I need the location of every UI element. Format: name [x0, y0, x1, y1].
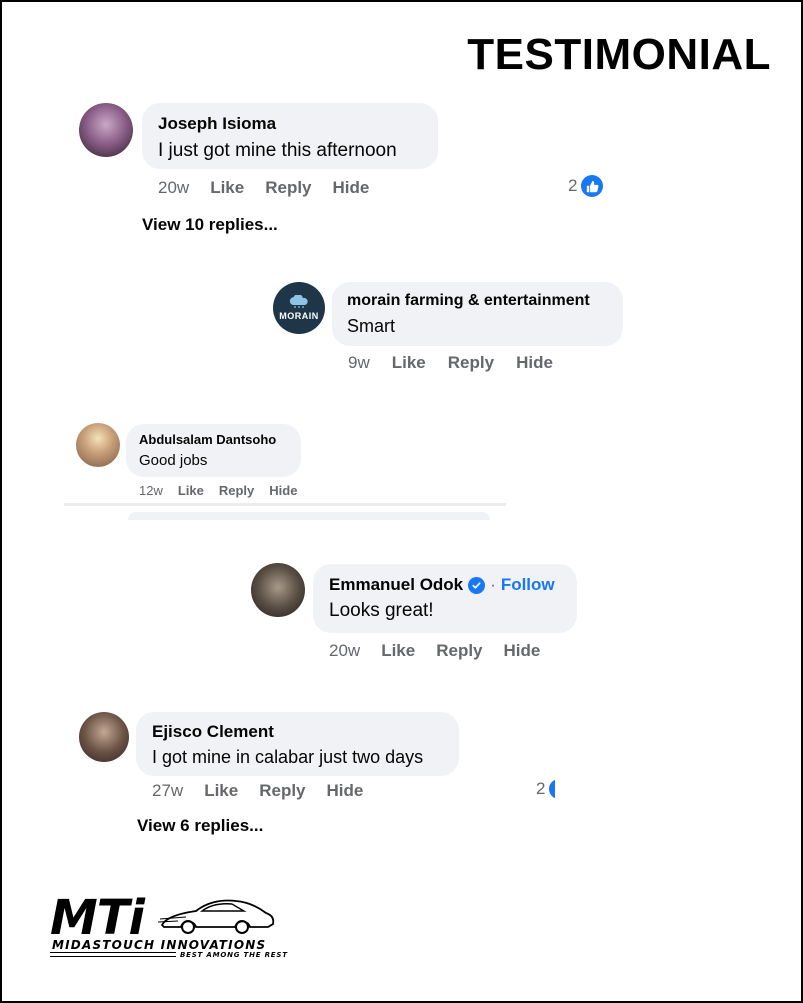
view-replies-link[interactable]: View 6 replies... [137, 816, 263, 836]
reaction-summary[interactable]: 2 [536, 779, 556, 799]
commenter-name[interactable]: Emmanuel Odok [329, 575, 463, 595]
comment-actions: 20w Like Reply Hide [158, 178, 369, 198]
comment-actions: 27w Like Reply Hide [152, 781, 363, 801]
thumbs-up-icon [549, 779, 556, 799]
hide-button[interactable]: Hide [327, 781, 364, 801]
reaction-count: 2 [568, 176, 578, 195]
commenter-name[interactable]: Ejisco Clement [152, 722, 443, 742]
commenter-header: Emmanuel Odok · Follow [329, 575, 561, 595]
cloud-icon [289, 295, 308, 308]
reaction-count: 2 [536, 779, 546, 798]
avatar[interactable] [79, 103, 133, 157]
comment-time[interactable]: 27w [152, 781, 183, 801]
comment-bubble: Abdulsalam Dantsoho Good jobs [126, 424, 301, 477]
comment-bubble: Ejisco Clement I got mine in calabar jus… [136, 712, 459, 776]
cropped-comment-bubble [128, 512, 490, 520]
sports-car-icon [158, 899, 275, 934]
hide-button[interactable]: Hide [333, 178, 370, 198]
comment-time[interactable]: 20w [158, 178, 189, 198]
page-title: TESTIMONIAL [467, 30, 771, 79]
comment-text: I got mine in calabar just two days [152, 747, 424, 767]
divider [64, 503, 506, 506]
hide-button[interactable]: Hide [516, 353, 553, 373]
comment-time[interactable]: 20w [329, 641, 360, 661]
comment-time[interactable]: 9w [348, 353, 370, 373]
comment-actions: 20w Like Reply Hide [329, 641, 540, 661]
reply-button[interactable]: Reply [436, 641, 482, 661]
reply-button[interactable]: Reply [448, 353, 494, 373]
comment-bubble: morain farming & entertainment Smart [332, 282, 623, 346]
comment-actions: 12w Like Reply Hide [139, 483, 297, 498]
reaction-summary[interactable]: 2 [568, 175, 604, 197]
brand-logo: MTi MIDASTOUCH INNOVATIONS BEST AMONG TH… [50, 894, 290, 964]
reply-button[interactable]: Reply [265, 178, 311, 198]
reply-button[interactable]: Reply [259, 781, 305, 801]
follow-button[interactable]: Follow [501, 575, 555, 595]
like-button[interactable]: Like [210, 178, 244, 198]
like-button[interactable]: Like [392, 353, 426, 373]
comment-text: Smart [347, 316, 396, 336]
verified-badge-icon [468, 576, 486, 594]
comment-text: Good jobs [139, 452, 208, 469]
avatar[interactable] [76, 423, 120, 467]
like-button[interactable]: Like [381, 641, 415, 661]
avatar-logo-text: MORAIN [279, 311, 319, 321]
view-replies-link[interactable]: View 10 replies... [142, 215, 278, 235]
comment-bubble: Joseph Isioma I just got mine this after… [142, 103, 438, 169]
brand-tagline: BEST AMONG THE REST [180, 951, 288, 959]
comment-actions: 9w Like Reply Hide [348, 353, 553, 373]
commenter-name[interactable]: Abdulsalam Dantsoho [139, 432, 288, 447]
hide-button[interactable]: Hide [269, 483, 297, 498]
avatar[interactable] [79, 712, 129, 762]
comment-bubble: Emmanuel Odok · Follow Looks great! [313, 564, 577, 633]
commenter-name[interactable]: Joseph Isioma [158, 114, 422, 134]
like-button[interactable]: Like [204, 781, 238, 801]
brand-rule [50, 952, 176, 957]
comment-text: I just got mine this afternoon [158, 140, 397, 161]
avatar[interactable] [251, 563, 305, 617]
comment-time[interactable]: 12w [139, 483, 163, 498]
commenter-name[interactable]: morain farming & entertainment [347, 292, 608, 310]
brand-mark: MTi [50, 890, 145, 946]
brand-name: MIDASTOUCH INNOVATIONS [52, 938, 267, 952]
reply-button[interactable]: Reply [219, 483, 254, 498]
hide-button[interactable]: Hide [504, 641, 541, 661]
thumbs-up-icon [581, 175, 604, 197]
avatar[interactable]: MORAIN [273, 282, 325, 334]
separator-dot: · [490, 575, 496, 594]
comment-text: Looks great! [329, 600, 434, 621]
testimonial-page: TESTIMONIAL Joseph Isioma I just got min… [0, 0, 803, 1003]
like-button[interactable]: Like [178, 483, 204, 498]
